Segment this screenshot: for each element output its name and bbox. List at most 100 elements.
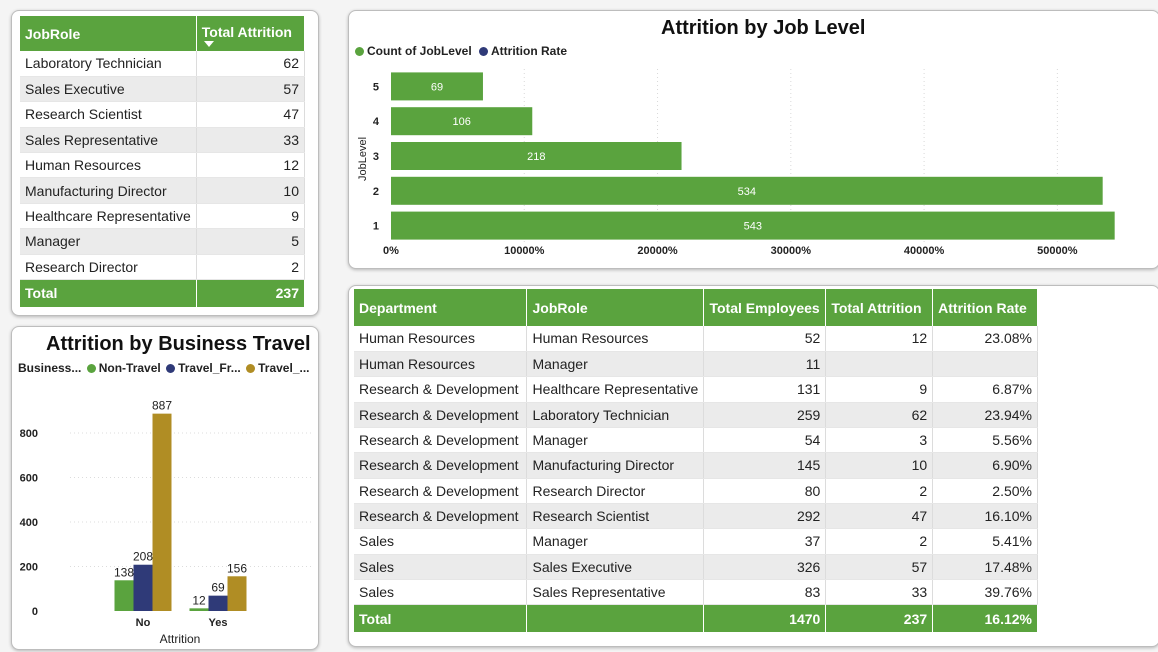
header-department[interactable]: Department [354,289,528,326]
header-total-attrition[interactable]: Total Attrition [196,16,306,51]
department-cell: Research & Development [354,503,528,530]
bar-data-label: 12 [192,593,206,607]
total-employees-cell: 54 [703,427,827,454]
table-row[interactable]: Research Director 2 [20,254,306,281]
table-row[interactable]: Human Resources Manager 11 [354,351,1038,378]
bar-yes-series-2[interactable] [227,576,247,611]
table-row[interactable]: Sales Representative 33 [20,127,306,154]
bar-no-series-2[interactable] [152,413,172,611]
jobrole-cell: Manager [526,528,705,555]
jobrole-cell: Manager [526,351,705,378]
table-row[interactable]: Research & Development Research Scientist… [354,503,1038,530]
total-attrition-cell: 10 [825,452,934,479]
y-tick-label: 200 [20,562,38,574]
table-row[interactable]: Manager 5 [20,228,306,255]
attrition-rate-cell: 5.56% [932,427,1038,454]
total-attrition-rate-cell: 16.12% [932,604,1038,632]
table-row[interactable]: Sales Executive 57 [20,76,306,103]
y-tick-label: 1 [373,221,379,233]
header-jobrole[interactable]: JobRole [526,289,705,326]
total-employees-cell: 37 [703,528,827,555]
total-label: Total [20,279,197,307]
y-tick-label: 400 [20,517,38,529]
table-row[interactable]: Human Resources Human Resources 52 12 23.08% [354,326,1038,352]
table-row[interactable]: Manufacturing Director 10 [20,177,306,204]
total-attrition-cell: 47 [825,503,934,530]
table-row[interactable]: Healthcare Representative 9 [20,203,306,230]
table-row[interactable]: Human Resources 12 [20,152,306,179]
jobrole-cell: Laboratory Technician [20,51,197,77]
jobrole-cell: Manufacturing Director [526,452,705,479]
jobrole-cell: Sales Executive [526,554,705,580]
attrition-rate-cell: 6.87% [932,376,1038,403]
bar-no-series-0[interactable] [114,580,134,611]
attrition-rate-cell: 6.90% [932,452,1038,479]
table-row[interactable]: Research & Development Laboratory Technic… [354,402,1038,428]
header-total-employees[interactable]: Total Employees [703,289,827,326]
table-row[interactable]: Laboratory Technician 62 [20,51,306,77]
business-travel-chart-card: Attrition by Business Travel Business...… [11,326,319,650]
department-cell: Research & Development [354,376,528,403]
x-axis-label: Attrition [160,632,201,646]
total-total-attrition-cell: 237 [825,604,934,632]
table-row[interactable]: Research & Development Healthcare Represe… [354,376,1038,403]
total-employees-cell: 292 [703,503,827,530]
attrition-rate-cell: 23.08% [932,326,1038,352]
total-attrition-cell: 57 [196,76,306,103]
attrition-rate-cell: 5.41% [932,528,1038,555]
total-total-employees-cell: 1470 [703,604,827,632]
total-attrition-cell: 47 [196,101,306,128]
total-attrition-cell: 9 [825,376,934,403]
jobrole-cell: Sales Executive [20,76,197,103]
jobrole-cell: Research Director [526,478,705,504]
y-tick-label: 4 [373,116,380,128]
total-employees-cell: 80 [703,478,827,504]
header-jobrole[interactable]: JobRole [20,16,197,51]
jobrole-attrition-card: JobRole Total Attrition Laboratory Techn… [11,10,319,316]
jobrole-cell: Healthcare Representative [526,376,705,403]
total-row: Total 237 [20,279,306,307]
attrition-rate-cell: 16.10% [932,503,1038,530]
table-row[interactable]: Sales Sales Executive 326 57 17.48% [354,554,1038,580]
y-axis-label: JobLevel [357,137,369,181]
department-cell: Research & Development [354,478,528,504]
table-row[interactable]: Sales Manager 37 2 5.41% [354,528,1038,555]
total-employees-cell: 259 [703,402,827,428]
jobrole-cell: Human Resources [20,152,197,179]
department-cell: Research & Development [354,427,528,454]
table-row[interactable]: Research & Development Manager 54 3 5.56% [354,427,1038,454]
bar-data-label: 69 [431,81,443,93]
bar-yes-series-1[interactable] [208,595,228,611]
department-cell: Human Resources [354,351,528,378]
header-total-attrition[interactable]: Total Attrition [825,289,934,326]
table-row[interactable]: Sales Sales Representative 83 33 39.76% [354,579,1038,606]
y-tick-label: 3 [373,151,379,163]
x-tick-label: 20000% [637,245,678,257]
bar-no-series-1[interactable] [133,564,153,611]
department-cell: Sales [354,554,528,580]
total-attrition-cell: 33 [825,579,934,606]
attrition-rate-cell [932,351,1038,378]
sort-descending-icon[interactable] [203,41,214,47]
business-travel-bar-chart[interactable]: 0200400600800138208887No1269156YesAttrit… [12,327,318,649]
table-row[interactable]: Research Scientist 47 [20,101,306,128]
job-level-bar-chart[interactable]: 0% 10000% 20000% 30000% 40000% 50000% 69 5 106 4 2… [349,11,1158,268]
header-attrition-rate[interactable]: Attrition Rate [932,289,1038,326]
total-attrition-cell: 33 [196,127,306,154]
department-cell: Sales [354,528,528,555]
bar-yes-series-0[interactable] [189,608,209,611]
department-cell: Research & Development [354,452,528,479]
attrition-rate-cell: 17.48% [932,554,1038,580]
table-row[interactable]: Research & Development Manufacturing Dire… [354,452,1038,479]
department-cell: Sales [354,579,528,606]
jobrole-cell: Manufacturing Director [20,177,197,204]
x-tick-label: 30000% [771,245,812,257]
total-attrition-cell: 2 [196,254,306,281]
bar-data-label: 887 [152,399,172,413]
total-attrition-cell: 12 [196,152,306,179]
table-row[interactable]: Research & Development Research Director 8… [354,478,1038,504]
x-tick-label: 50000% [1037,245,1078,257]
bar-data-label: 543 [744,221,762,233]
bar-data-label: 156 [227,561,247,575]
bar-data-label: 534 [738,186,756,198]
